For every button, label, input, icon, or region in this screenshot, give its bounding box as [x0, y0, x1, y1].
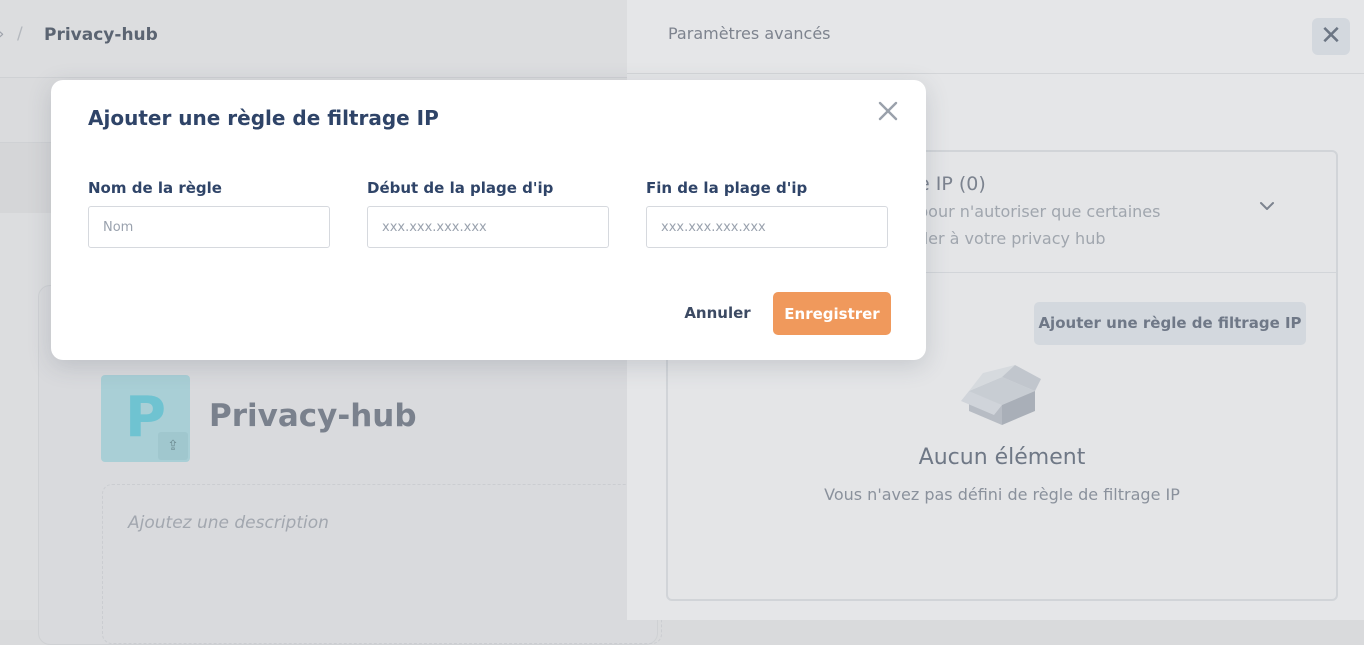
empty-box-icon: [961, 365, 1041, 425]
ip-filter-section-subtitle-1: pour n'autoriser que certaines: [918, 202, 1161, 221]
ip-range-start-field: Début de la plage d'ip: [367, 179, 609, 248]
breadcrumb-parent[interactable]: ›: [0, 24, 4, 43]
ip-filter-section-title: e IP (0): [918, 173, 986, 195]
breadcrumb-separator: /: [17, 24, 23, 44]
breadcrumb-current: Privacy-hub: [44, 25, 158, 45]
close-icon[interactable]: [875, 98, 901, 124]
ip-range-end-label: Fin de la plage d'ip: [646, 179, 808, 197]
ip-range-end-field: Fin de la plage d'ip: [646, 179, 888, 248]
modal-title: Ajouter une règle de filtrage IP: [88, 106, 439, 130]
add-ip-rule-modal: Ajouter une règle de filtrage IP Nom de …: [51, 80, 926, 360]
rule-name-label: Nom de la règle: [88, 179, 222, 197]
save-button[interactable]: Enregistrer: [773, 292, 891, 335]
close-icon: ✕: [1320, 21, 1342, 51]
top-bar: › / Privacy-hub: [0, 0, 627, 78]
drawer-close-button[interactable]: ✕: [1312, 18, 1350, 55]
description-field[interactable]: Ajoutez une description: [102, 484, 662, 644]
empty-state-title: Aucun élément: [918, 445, 1086, 470]
drawer-title: Paramètres avancés: [668, 24, 831, 43]
project-name: Privacy-hub: [209, 398, 417, 434]
project-logo[interactable]: P ⇪: [101, 375, 190, 462]
upload-icon[interactable]: ⇪: [158, 432, 188, 460]
cancel-button[interactable]: Annuler: [671, 292, 764, 334]
ip-range-start-label: Début de la plage d'ip: [367, 179, 554, 197]
add-ip-rule-button[interactable]: Ajouter une règle de filtrage IP: [1034, 302, 1306, 345]
drawer-header: Paramètres avancés ✕: [627, 0, 1364, 74]
description-placeholder: Ajoutez une description: [128, 513, 329, 533]
empty-state-subtitle: Vous n'avez pas défini de règle de filtr…: [824, 485, 1180, 504]
rule-name-input[interactable]: [88, 206, 330, 248]
ip-range-start-input[interactable]: [367, 206, 609, 248]
ip-range-end-input[interactable]: [646, 206, 888, 248]
rule-name-field: Nom de la règle: [88, 179, 330, 248]
chevron-down-icon[interactable]: [1257, 196, 1277, 216]
ip-filter-section-subtitle-2: der à votre privacy hub: [918, 229, 1106, 248]
